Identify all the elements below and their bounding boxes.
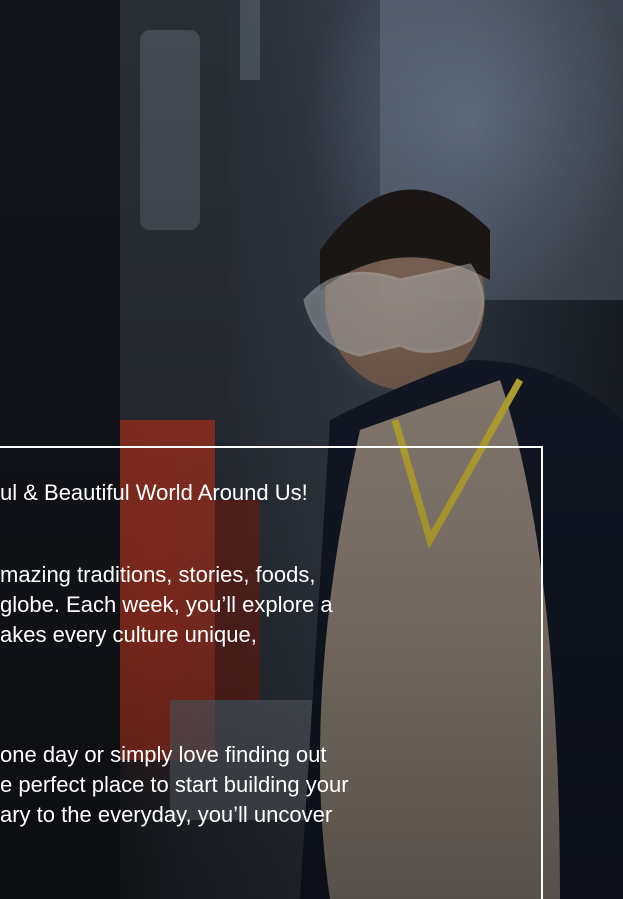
paragraph-line: globe. Each week, you’ll explore a [0, 592, 333, 617]
intro-paragraph-2: one day or simply love finding out e per… [0, 740, 541, 830]
intro-heading: ul & Beautiful World Around Us! [0, 480, 308, 505]
paragraph-line: akes every culture unique, [0, 622, 257, 647]
paragraph-line: e perfect place to start building your [0, 772, 349, 797]
intro-paragraph-1: mazing traditions, stories, foods, globe… [0, 560, 541, 650]
intro-text-card: ul & Beautiful World Around Us! mazing t… [0, 446, 543, 899]
hero-banner: ul & Beautiful World Around Us! mazing t… [0, 0, 623, 899]
paragraph-line: ary to the everyday, you’ll uncover [0, 802, 333, 827]
paragraph-line: one day or simply love finding out [0, 742, 327, 767]
paragraph-line: mazing traditions, stories, foods, [0, 562, 316, 587]
